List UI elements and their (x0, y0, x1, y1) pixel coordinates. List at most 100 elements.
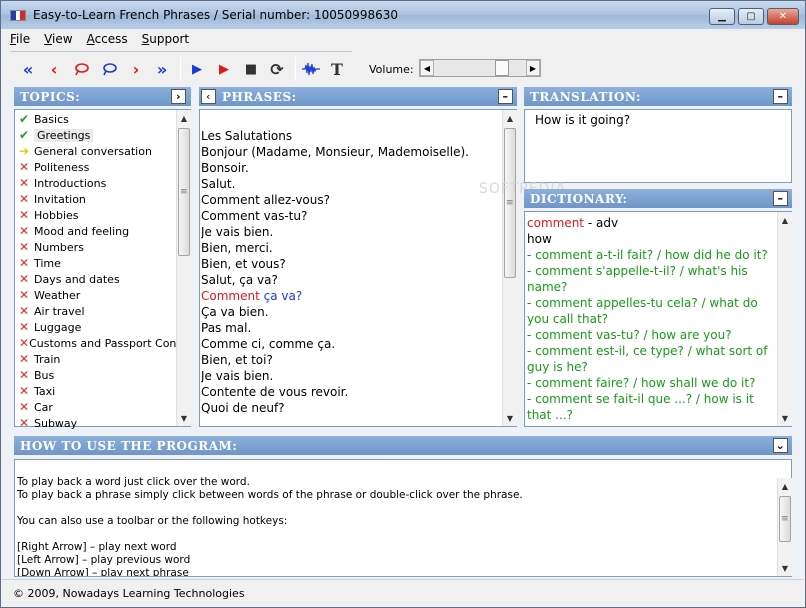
first-phrase-button[interactable]: « (18, 59, 38, 79)
help-line (17, 502, 769, 515)
topic-item[interactable]: ✕ Train (15, 351, 175, 367)
topic-item[interactable]: ✕ Air travel (15, 303, 175, 319)
phrase-line[interactable]: Les Salutations (201, 128, 499, 144)
topic-item[interactable]: ✕ Car (15, 399, 175, 415)
scroll-up-icon[interactable]: ▲ (778, 212, 792, 228)
previous-phrase-icon[interactable] (72, 59, 92, 79)
phrase-line[interactable]: Salut. (201, 176, 499, 192)
scroll-down-icon[interactable]: ▼ (778, 410, 792, 426)
phrases-scroll-thumb[interactable] (504, 128, 516, 278)
phrase-line[interactable]: Comme ci, comme ça. (201, 336, 499, 352)
phrase-line[interactable]: Bien, merci. (201, 240, 499, 256)
scroll-up-icon[interactable]: ▲ (177, 110, 191, 126)
phrase-line[interactable]: Bien, et vous? (201, 256, 499, 272)
volume-slider[interactable]: ◀ ▶ (419, 59, 541, 77)
dictionary-example: - comment se fait-il que ...? / how is i… (527, 392, 754, 406)
title-bar[interactable]: Easy-to-Learn French Phrases / Serial nu… (1, 1, 805, 29)
volume-slider-thumb[interactable] (494, 60, 509, 76)
close-button[interactable]: ✕ (767, 8, 799, 25)
scroll-up-icon[interactable]: ▲ (778, 478, 792, 494)
maximize-button[interactable]: ▢ (738, 8, 764, 25)
phrase-line[interactable]: Je vais bien. (201, 368, 499, 384)
phrase-line-current[interactable]: Comment ça va? (201, 288, 499, 304)
checkmark-icon: ✔ (19, 128, 30, 142)
scroll-down-icon[interactable]: ▼ (778, 560, 792, 576)
topic-label: Greetings (34, 128, 94, 142)
phrase-line[interactable]: Comment vas-tu? (201, 208, 499, 224)
dictionary-word[interactable]: comment (527, 216, 584, 230)
waveform-icon[interactable] (301, 59, 321, 79)
translation-collapse-icon[interactable]: – (773, 89, 788, 104)
repeat-button[interactable]: ⟳ (267, 59, 287, 79)
topic-item[interactable]: ✕ Taxi (15, 383, 175, 399)
topics-scroll-thumb[interactable] (178, 128, 190, 256)
help-scroll-thumb[interactable] (779, 496, 791, 542)
menu-view[interactable]: View (44, 32, 72, 46)
topic-item[interactable]: ✕ Subway (15, 415, 175, 431)
topic-item[interactable]: ✕ Numbers (15, 239, 175, 255)
topic-item[interactable]: ✕ Weather (15, 287, 175, 303)
topics-scrollbar[interactable]: ▲ ▼ (176, 110, 191, 426)
volume-up-icon[interactable]: ▶ (526, 60, 540, 76)
scroll-down-icon[interactable]: ▼ (503, 410, 517, 426)
topic-label: Time (34, 256, 61, 270)
topics-expand-icon[interactable]: › (171, 89, 186, 104)
cross-icon: ✕ (19, 208, 30, 222)
phrase-line[interactable]: Ça va bien. (201, 304, 499, 320)
next-word-button[interactable]: › (126, 59, 146, 79)
menu-support[interactable]: Support (142, 32, 189, 46)
cross-icon: ✕ (19, 272, 30, 286)
topic-item[interactable]: ✕ Introductions (15, 175, 175, 191)
phrase-line[interactable]: Je vais bien. (201, 224, 499, 240)
phrases-collapse-icon[interactable]: – (498, 89, 513, 104)
help-line: [Down Arrow] – play next phrase (17, 567, 189, 576)
help-header: HOW TO USE THE PROGRAM: ⌄ (14, 436, 792, 455)
help-scrollbar[interactable]: ▲ ▼ (777, 478, 792, 576)
topic-item[interactable]: ✕ Time (15, 255, 175, 271)
play-button[interactable]: ▶ (187, 59, 207, 79)
dictionary-scrollbar[interactable]: ▲ ▼ (777, 212, 792, 426)
stop-button[interactable]: ■ (241, 59, 261, 79)
next-phrase-icon[interactable] (100, 59, 120, 79)
volume-down-icon[interactable]: ◀ (420, 60, 434, 76)
topic-item[interactable]: ✕ Hobbies (15, 207, 175, 223)
topic-label: Train (34, 352, 61, 366)
last-phrase-button[interactable]: » (152, 59, 172, 79)
text-mode-button[interactable]: T (327, 59, 347, 79)
previous-word-button[interactable]: ‹ (44, 59, 64, 79)
topic-item[interactable]: ✔ Greetings (15, 127, 175, 143)
scroll-up-icon[interactable]: ▲ (503, 110, 517, 126)
cross-icon: ✕ (19, 192, 30, 206)
topic-item[interactable]: ✕ Mood and feeling (15, 223, 175, 239)
topic-item[interactable]: ✕ Bus (15, 367, 175, 383)
help-expand-icon[interactable]: ⌄ (773, 438, 788, 453)
dictionary-example: name? (527, 280, 568, 294)
phrases-text[interactable]: Les Salutations Bonjour (Madame, Monsieur… (201, 110, 499, 426)
phrase-line[interactable]: Salut, ça va? (201, 272, 499, 288)
topic-label: Basics (34, 112, 69, 126)
dictionary-collapse-icon[interactable]: – (773, 191, 788, 206)
topic-item[interactable]: ✕ Politeness (15, 159, 175, 175)
phrase-line[interactable]: Quoi de neuf? (201, 400, 499, 416)
topic-item[interactable]: ✔ Basics (15, 111, 175, 127)
cross-icon: ✕ (19, 256, 30, 270)
phrase-line[interactable]: Pas mal. (201, 320, 499, 336)
copyright-text: © 2009, Nowadays Learning Technologies (13, 587, 245, 600)
phrase-line[interactable]: Bonsoir. (201, 160, 499, 176)
menu-file[interactable]: File (10, 32, 30, 46)
topic-item[interactable]: ✕ Days and dates (15, 271, 175, 287)
phrase-line[interactable]: Comment allez-vous? (201, 192, 499, 208)
topic-item[interactable]: ✕ Luggage (15, 319, 175, 335)
scroll-down-icon[interactable]: ▼ (177, 410, 191, 426)
phrases-back-icon[interactable]: ‹ (201, 89, 216, 104)
phrase-line[interactable]: Contente de vous revoir. (201, 384, 499, 400)
menu-access[interactable]: Access (87, 32, 128, 46)
play-slow-button[interactable]: ▶ (214, 59, 234, 79)
phrase-line[interactable]: Bonjour (Madame, Monsieur, Mademoiselle)… (201, 144, 499, 160)
topic-item[interactable]: ✕ Customs and Passport Con... (15, 335, 187, 351)
phrases-scrollbar[interactable]: ▲ ▼ (502, 110, 517, 426)
topic-item[interactable]: ✕ Invitation (15, 191, 175, 207)
phrase-line[interactable]: Bien, et toi? (201, 352, 499, 368)
topic-item[interactable]: ➔ General conversation (15, 143, 175, 159)
minimize-button[interactable]: ▁ (709, 8, 735, 25)
